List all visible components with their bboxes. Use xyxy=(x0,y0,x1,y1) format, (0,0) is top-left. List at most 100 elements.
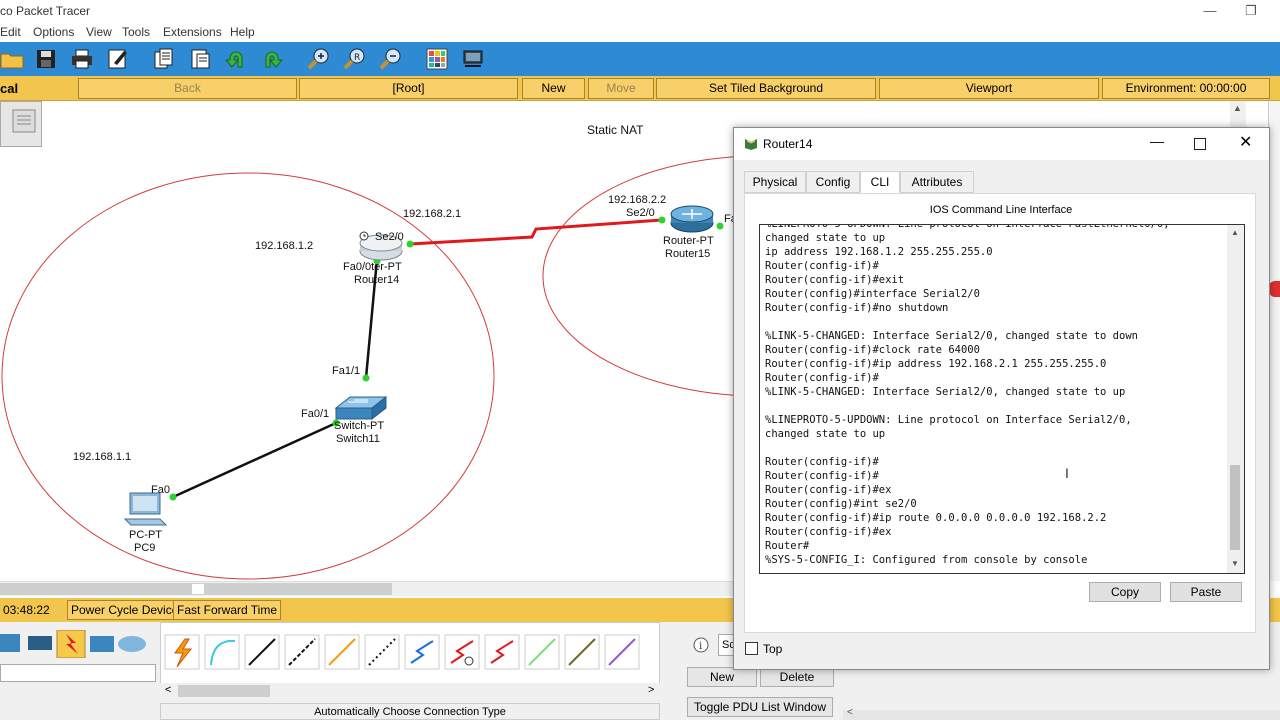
label-router15-name[interactable]: Router15 xyxy=(665,248,710,260)
back-button[interactable]: Back xyxy=(78,78,297,99)
dialog-close-button[interactable]: ✕ xyxy=(1239,132,1252,152)
top-checkbox[interactable] xyxy=(745,642,758,655)
paste-icon[interactable] xyxy=(188,47,212,71)
connection-scrollbar[interactable]: < > xyxy=(160,683,660,699)
custom-device-icon[interactable] xyxy=(461,47,485,71)
svg-text:i: i xyxy=(699,641,702,652)
minimize-button[interactable]: — xyxy=(1195,0,1225,22)
print-icon[interactable] xyxy=(70,47,94,71)
label-pc-type: PC-PT xyxy=(129,529,162,541)
app-title: co Packet Tracer xyxy=(0,4,91,18)
cli-line xyxy=(765,399,1170,413)
top-checkbox-label: Top xyxy=(763,642,783,656)
palette-icon[interactable] xyxy=(425,47,449,71)
cli-scrollbar[interactable]: ▲ ▼ xyxy=(1227,225,1244,573)
menu-tools[interactable]: Tools xyxy=(122,25,150,39)
tab-config[interactable]: Config xyxy=(806,171,860,193)
dialog-titlebar[interactable]: Router14 — ✕ xyxy=(734,128,1269,160)
menu-options[interactable]: Options xyxy=(33,25,74,39)
cli-line xyxy=(765,315,1170,329)
tab-physical[interactable]: Physical xyxy=(744,171,806,193)
cli-line: ip address 192.168.1.2 255.255.255.0 xyxy=(765,246,993,258)
environment-button[interactable]: Environment: 00:00:00 xyxy=(1102,78,1270,99)
open-folder-icon[interactable] xyxy=(0,47,24,71)
cli-scrollbar-thumb xyxy=(1230,465,1240,550)
dialog-maximize-button[interactable] xyxy=(1194,138,1206,150)
save-icon[interactable] xyxy=(34,47,58,71)
label-router14-name[interactable]: Router14 xyxy=(354,274,399,286)
copy-button[interactable]: Copy xyxy=(1089,582,1161,602)
power-cycle-button[interactable]: Power Cycle Devices xyxy=(67,600,189,620)
menu-extensions[interactable]: Extensions xyxy=(163,25,222,39)
cli-line: %LINEPROTO-5-UPDOWN: Line protocol on In… xyxy=(765,224,1170,230)
paste-button[interactable]: Paste xyxy=(1170,582,1242,602)
info-icon[interactable]: i xyxy=(693,637,709,653)
tab-cli[interactable]: CLI xyxy=(860,171,900,193)
workspace-nav-bar: cal Back [Root] New Cluster Move Object … xyxy=(0,76,1280,114)
fast-forward-button[interactable]: Fast Forward Time xyxy=(173,600,282,620)
canvas-hscroll-grip xyxy=(192,584,204,594)
root-button[interactable]: [Root] xyxy=(299,78,518,99)
menu-edit[interactable]: Edit xyxy=(0,25,21,39)
toggle-pdu-list-button[interactable]: Toggle PDU List Window xyxy=(687,697,833,717)
pdu-list-scrollbar[interactable]: < xyxy=(843,707,1280,720)
device-categories[interactable] xyxy=(0,630,150,658)
dialog-title: Router14 xyxy=(763,137,813,151)
zoom-out-icon[interactable] xyxy=(379,47,403,71)
activity-wizard-icon[interactable] xyxy=(106,47,130,71)
new-scenario-button[interactable]: New xyxy=(687,667,757,687)
undo-icon[interactable] xyxy=(224,47,248,71)
zoom-in-icon[interactable] xyxy=(307,47,331,71)
copy-icon[interactable] xyxy=(152,47,176,71)
move-object-button[interactable]: Move Object xyxy=(588,78,654,114)
menu-help[interactable]: Help xyxy=(230,25,255,39)
packet-tracer-app-icon xyxy=(745,139,757,150)
link-light xyxy=(169,493,177,501)
network-devices-category-icon xyxy=(28,636,52,650)
cli-line: Router(config-if)#ex xyxy=(765,484,892,496)
multiuser-category-icon xyxy=(118,636,146,652)
cli-line: Router(config)#int se2/0 xyxy=(765,498,917,510)
canvas-hscroll[interactable] xyxy=(0,581,735,596)
zoom-reset-icon[interactable]: R xyxy=(343,47,367,71)
label-ip-1-2: 192.168.1.2 xyxy=(255,240,314,252)
set-tiled-background-button[interactable]: Set Tiled Background xyxy=(656,78,876,99)
menu-view[interactable]: View xyxy=(86,25,112,39)
cli-output: %LINEPROTO-5-UPDOWN: Line protocol on In… xyxy=(765,224,1170,567)
label-pc-name[interactable]: PC9 xyxy=(134,542,155,554)
link-light xyxy=(716,222,724,230)
tab-attributes[interactable]: Attributes xyxy=(900,171,974,193)
cli-line: %LINK-5-CHANGED: Interface Serial2/0, ch… xyxy=(765,386,1126,398)
end-devices-category-icon xyxy=(0,634,20,652)
router14-config-dialog: Router14 — ✕ Physical Config CLI Attribu… xyxy=(733,127,1270,670)
svg-text:R: R xyxy=(354,53,360,63)
palette-panel-partial[interactable] xyxy=(0,101,42,147)
label-switch-name[interactable]: Switch11 xyxy=(336,433,380,445)
logical-view-label[interactable]: cal xyxy=(0,81,18,96)
serial-link xyxy=(409,218,663,246)
connection-icons[interactable] xyxy=(161,623,661,683)
text-cursor-icon: I xyxy=(1065,465,1069,481)
viewport-button[interactable]: Viewport xyxy=(879,78,1099,99)
cli-line: Router# xyxy=(765,540,810,552)
label-ip-2-2: 192.168.2.2 xyxy=(608,194,667,206)
device-search-box[interactable] xyxy=(0,664,156,682)
cli-line: Router(config-if)#ip route 0.0.0.0 0.0.0… xyxy=(765,512,1107,524)
cli-terminal[interactable]: %LINEPROTO-5-UPDOWN: Line protocol on In… xyxy=(759,224,1245,574)
link-light xyxy=(362,374,370,382)
cli-line: Router(config-if)#ex xyxy=(765,526,892,538)
cli-heading: IOS Command Line Interface xyxy=(929,204,1073,216)
redo-icon[interactable] xyxy=(260,47,284,71)
dialog-minimize-button[interactable]: — xyxy=(1150,133,1164,149)
cli-line: Router(config-if)#exit xyxy=(765,274,905,286)
restore-button[interactable]: ❐ xyxy=(1236,0,1266,22)
misc-category-icon xyxy=(90,636,114,652)
pc9-icon xyxy=(123,492,168,526)
link-light xyxy=(658,216,666,224)
delete-scenario-button[interactable]: Delete xyxy=(760,667,834,687)
main-toolbar: R xyxy=(0,42,1280,76)
new-cluster-button[interactable]: New Cluster xyxy=(522,78,585,114)
connection-type-label: Automatically Choose Connection Type xyxy=(160,703,660,720)
router15-icon xyxy=(670,205,714,233)
label-switch-type: Switch-PT xyxy=(334,420,385,432)
